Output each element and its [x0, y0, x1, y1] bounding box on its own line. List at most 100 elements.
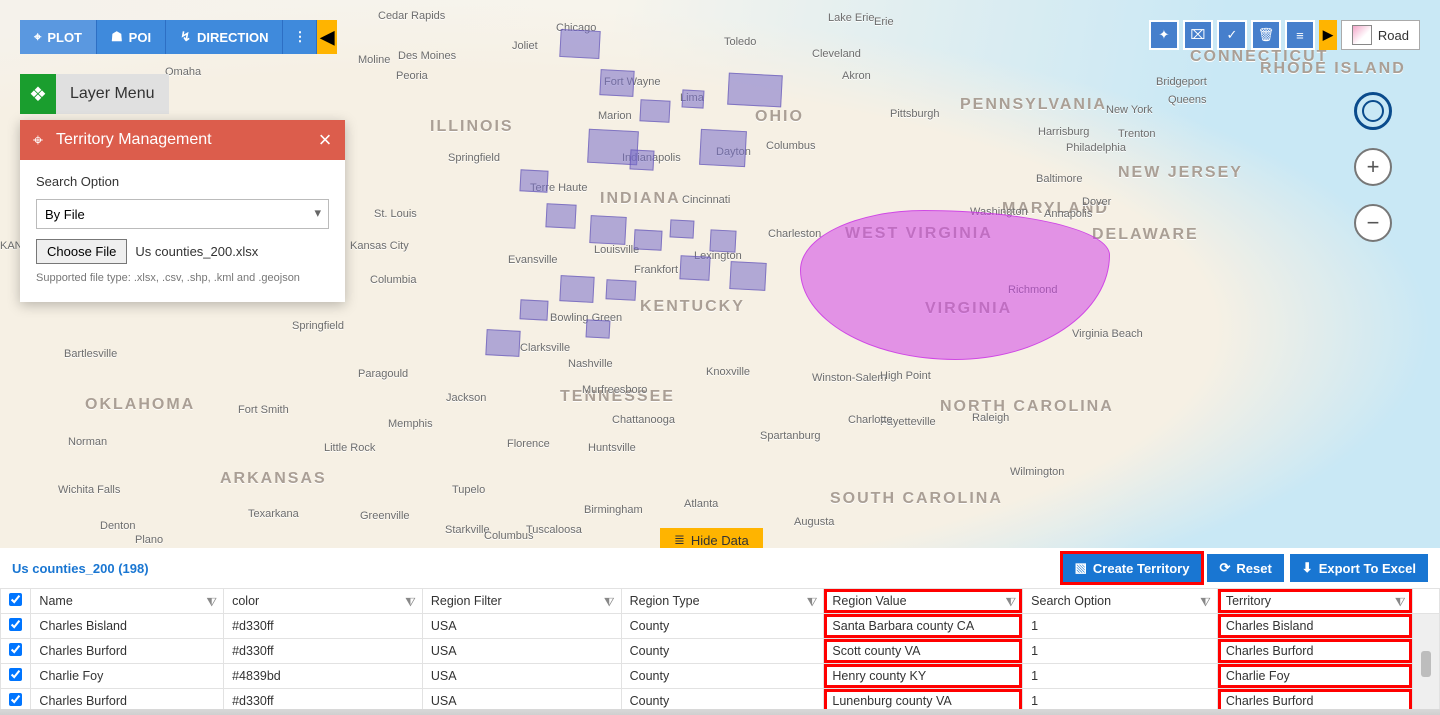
city-label: Frankfort	[634, 264, 678, 276]
row-checkbox[interactable]	[9, 643, 22, 656]
city-label: St. Louis	[374, 208, 417, 220]
collapse-right-button[interactable]: ▶	[1319, 20, 1337, 50]
city-label: Des Moines	[398, 50, 456, 62]
territory-poly	[605, 279, 636, 301]
city-label: Clarksville	[520, 342, 570, 354]
cell-region-type: County	[621, 614, 824, 639]
road-label: Road	[1378, 28, 1409, 43]
territory-icon: ▧	[1075, 560, 1087, 576]
filter-icon[interactable]: ⧨	[1395, 595, 1406, 610]
scrollbar-track	[1412, 589, 1439, 614]
cell-region-type: County	[621, 664, 824, 689]
cell-territory: Charlie Foy	[1217, 664, 1412, 689]
download-icon: ⬇	[1302, 560, 1313, 576]
city-label: Peoria	[396, 70, 428, 82]
line-tool[interactable]: ≡	[1285, 20, 1315, 50]
create-territory-button[interactable]: ▧ Create Territory	[1063, 554, 1202, 582]
more-button[interactable]: ⋮	[283, 20, 317, 54]
filter-icon[interactable]: ⧨	[1200, 595, 1211, 610]
filter-icon[interactable]: ⧨	[807, 595, 818, 610]
scrollbar[interactable]	[1412, 614, 1439, 714]
city-label: Columbus	[766, 140, 816, 152]
filter-icon[interactable]: ⧨	[1005, 595, 1016, 610]
reset-label: Reset	[1236, 561, 1271, 576]
table-row[interactable]: Charles Bisland#d330ffUSACountySanta Bar…	[1, 614, 1440, 639]
cell-region-filter: USA	[422, 664, 621, 689]
city-label: Akron	[842, 70, 871, 82]
filter-icon[interactable]: ⧨	[405, 595, 416, 610]
cell-color: #4839bd	[224, 664, 423, 689]
city-label: Bartlesville	[64, 348, 117, 360]
cell-color: #d330ff	[224, 639, 423, 664]
scrollbar-thumb[interactable]	[1421, 651, 1431, 677]
city-label: Tuscaloosa	[526, 524, 582, 536]
city-label: Louisville	[594, 244, 639, 256]
city-label: Queens	[1168, 94, 1207, 106]
zoom-out-button[interactable]: −	[1354, 204, 1392, 242]
cell-territory: Charles Bisland	[1217, 614, 1412, 639]
grid-title: Us counties_200 (198)	[12, 561, 149, 576]
row-checkbox[interactable]	[9, 618, 22, 631]
cell-region-filter: USA	[422, 639, 621, 664]
reset-button[interactable]: ⟳ Reset	[1207, 554, 1283, 582]
filter-icon[interactable]: ⧨	[206, 595, 217, 610]
territory-poly	[589, 215, 626, 245]
zoom-in-button[interactable]: +	[1354, 148, 1392, 186]
state-label: DELAWARE	[1092, 226, 1199, 244]
city-label: Norman	[68, 436, 107, 448]
export-label: Export To Excel	[1319, 561, 1416, 576]
city-label: Raleigh	[972, 412, 1009, 424]
city-label: Florence	[507, 438, 550, 450]
city-label: Moline	[358, 54, 390, 66]
collapse-left-button[interactable]: ◀	[317, 20, 337, 54]
filter-icon[interactable]: ⧨	[604, 595, 615, 610]
poi-button[interactable]: ☗POI	[97, 20, 166, 54]
check-tool[interactable]: ✓	[1217, 20, 1247, 50]
col-region-value: Region Value	[832, 594, 906, 608]
col-region-filter: Region Filter	[431, 594, 502, 608]
layers-icon[interactable]: ❖	[20, 74, 56, 114]
city-label: Cleveland	[812, 48, 861, 60]
globe-reset-button[interactable]	[1354, 92, 1392, 130]
city-label: Kansas City	[350, 240, 409, 252]
city-label: Plano	[135, 534, 163, 546]
refresh-icon: ⟳	[1219, 560, 1230, 576]
list-icon: ≣	[674, 532, 685, 548]
row-checkbox[interactable]	[9, 693, 22, 706]
city-label: Birmingham	[584, 504, 643, 516]
city-label: Toledo	[724, 36, 756, 48]
state-label: KENTUCKY	[640, 298, 745, 316]
choose-file-button[interactable]: Choose File	[36, 239, 127, 264]
city-label: Wichita Falls	[58, 484, 120, 496]
select-all-checkbox[interactable]	[9, 593, 22, 606]
city-label: Cedar Rapids	[378, 10, 445, 22]
cell-region-filter: USA	[422, 614, 621, 639]
territory-poly	[639, 99, 670, 123]
state-label: CONNECTICUT	[1190, 48, 1328, 66]
table-row[interactable]: Charlie Foy #4839bdUSACountyHenry county …	[1, 664, 1440, 689]
create-territory-label: Create Territory	[1093, 561, 1190, 576]
city-label: New York	[1106, 104, 1152, 116]
top-left-toolbar: ⌖PLOT ☗POI ↯DIRECTION ⋮ ◀	[20, 20, 337, 54]
col-search-option: Search Option	[1031, 594, 1111, 608]
deselect-tool[interactable]: ⌧	[1183, 20, 1213, 50]
state-label: SOUTH CAROLINA	[830, 490, 1003, 508]
chosen-file-name: Us counties_200.xlsx	[135, 244, 258, 259]
export-excel-button[interactable]: ⬇ Export To Excel	[1290, 554, 1428, 582]
poi-label: POI	[129, 30, 151, 45]
direction-button[interactable]: ↯DIRECTION	[166, 20, 283, 54]
cell-region-value: Henry county KY	[824, 664, 1023, 689]
table-row[interactable]: Charles Burford#d330ffUSACountyScott cou…	[1, 639, 1440, 664]
plot-button[interactable]: ⌖PLOT	[20, 20, 97, 54]
cell-search-option: 1	[1023, 639, 1218, 664]
row-checkbox[interactable]	[9, 668, 22, 681]
select-tool[interactable]: ✦	[1149, 20, 1179, 50]
search-option-select[interactable]	[36, 199, 329, 229]
delete-tool[interactable]: 🗑	[1251, 20, 1281, 50]
map-mode-road[interactable]: Road	[1341, 20, 1420, 50]
state-label: INDIANA	[600, 190, 681, 208]
close-panel-button[interactable]: ×	[305, 127, 345, 153]
city-label: Starkville	[445, 524, 490, 536]
city-label: Springfield	[448, 152, 500, 164]
city-label: Chattanooga	[612, 414, 675, 426]
